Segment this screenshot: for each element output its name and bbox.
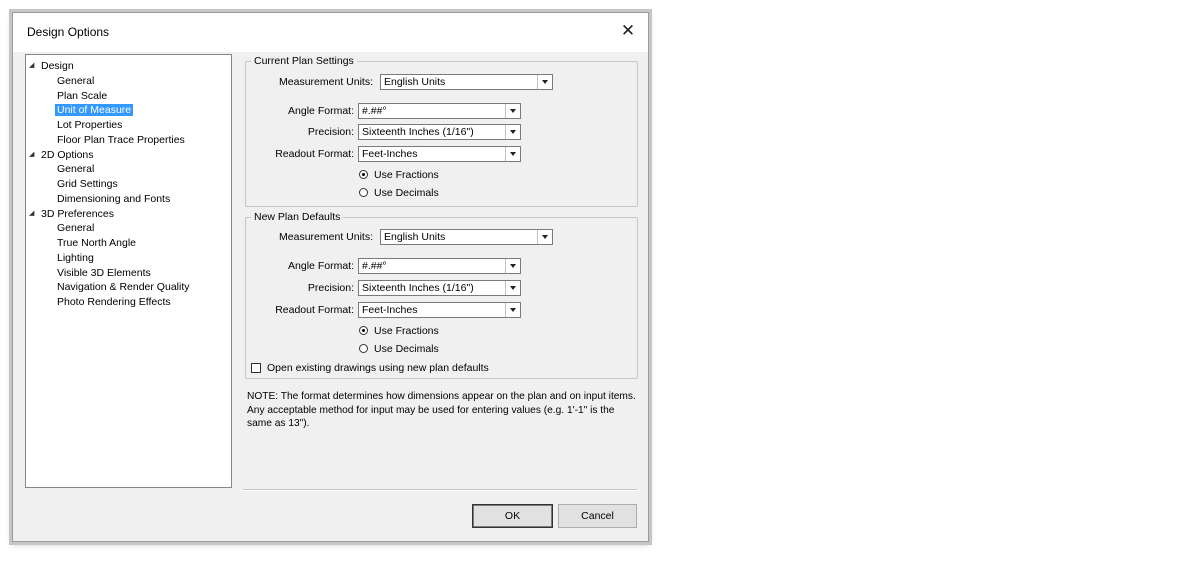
defaults-precision-value: Sixteenth Inches (1/16") bbox=[362, 282, 474, 294]
tree-item-label: General bbox=[57, 74, 95, 87]
tree-item[interactable]: Floor Plan Trace Properties bbox=[55, 133, 187, 147]
defaults-use-fractions-label: Use Fractions bbox=[374, 325, 439, 337]
current-use-fractions-label: Use Fractions bbox=[374, 169, 439, 181]
tree-item-label: Floor Plan Trace Properties bbox=[57, 133, 185, 146]
format-note: NOTE: The format determines how dimensio… bbox=[247, 391, 636, 429]
expand-arrow-icon[interactable]: ◢ bbox=[29, 59, 39, 73]
current-precision-value: Sixteenth Inches (1/16") bbox=[362, 126, 474, 138]
defaults-precision-select[interactable]: Sixteenth Inches (1/16") bbox=[358, 280, 521, 296]
tree-item-label: Lighting bbox=[57, 251, 94, 264]
tree-item-label: General bbox=[57, 222, 95, 235]
open-existing-drawings-label: Open existing drawings using new plan de… bbox=[267, 362, 489, 374]
tree-item[interactable]: True North Angle bbox=[55, 236, 138, 250]
tree-item-label: Dimensioning and Fonts bbox=[57, 192, 171, 205]
current-angle-format-label: Angle Format: bbox=[288, 105, 354, 117]
tree-item[interactable]: Visible 3D Elements bbox=[55, 266, 153, 280]
tree-item-label: General bbox=[57, 163, 95, 176]
chevron-down-icon[interactable] bbox=[505, 147, 520, 161]
defaults-readout-format-value: Feet-Inches bbox=[362, 304, 418, 316]
radio-icon[interactable] bbox=[359, 326, 368, 335]
defaults-measurement-units-label: Measurement Units: bbox=[279, 231, 373, 243]
defaults-angle-format-value: #.##° bbox=[362, 260, 387, 272]
chevron-down-icon[interactable] bbox=[537, 230, 552, 244]
close-icon[interactable]: ✕ bbox=[618, 21, 638, 41]
current-use-decimals-label: Use Decimals bbox=[374, 187, 439, 199]
new-plan-defaults-title: New Plan Defaults bbox=[254, 211, 341, 223]
tree-item-label: Visible 3D Elements bbox=[57, 266, 151, 279]
current-measurement-units-select[interactable]: English Units bbox=[380, 74, 553, 90]
chevron-down-icon[interactable] bbox=[537, 75, 552, 89]
tree-item-label: 2D Options bbox=[41, 148, 94, 161]
tree-item-label: Photo Rendering Effects bbox=[57, 296, 171, 308]
tree-item[interactable]: General bbox=[55, 74, 96, 88]
tree-item[interactable]: Dimensioning and Fonts bbox=[55, 192, 172, 206]
tree-item[interactable]: Navigation & Render Quality bbox=[55, 280, 192, 294]
cancel-button[interactable]: Cancel bbox=[558, 504, 637, 528]
tree-item-label: Plan Scale bbox=[57, 89, 108, 102]
current-readout-format-select[interactable]: Feet-Inches bbox=[358, 146, 521, 162]
tree-item[interactable]: ◢ Design bbox=[29, 59, 76, 73]
tree-item[interactable]: Grid Settings bbox=[55, 177, 120, 191]
defaults-readout-format-label: Readout Format: bbox=[275, 304, 354, 316]
tree-item[interactable]: Unit of Measure bbox=[55, 103, 134, 117]
expand-arrow-icon[interactable]: ◢ bbox=[29, 148, 39, 162]
current-precision-select[interactable]: Sixteenth Inches (1/16") bbox=[358, 124, 521, 140]
tree-item-label: True North Angle bbox=[57, 237, 136, 249]
chevron-down-icon[interactable] bbox=[505, 259, 520, 273]
chevron-down-icon[interactable] bbox=[505, 281, 520, 295]
radio-icon[interactable] bbox=[359, 344, 368, 353]
radio-icon[interactable] bbox=[359, 170, 368, 179]
category-tree[interactable]: ◢ Design General Plan Scale Unit of Measure L… bbox=[25, 54, 232, 488]
tree-item[interactable]: Lot Properties bbox=[55, 118, 124, 132]
current-plan-settings-title: Current Plan Settings bbox=[254, 55, 354, 67]
current-measurement-units-label: Measurement Units: bbox=[279, 76, 373, 88]
defaults-readout-format-select[interactable]: Feet-Inches bbox=[358, 302, 521, 318]
defaults-angle-format-select[interactable]: #.##° bbox=[358, 258, 521, 274]
current-readout-format-value: Feet-Inches bbox=[362, 148, 418, 160]
window-title: Design Options bbox=[27, 25, 110, 39]
chevron-down-icon[interactable] bbox=[505, 104, 520, 118]
expand-arrow-icon[interactable]: ◢ bbox=[29, 207, 39, 221]
defaults-use-decimals-label: Use Decimals bbox=[374, 343, 439, 355]
ok-button[interactable]: OK bbox=[472, 504, 553, 528]
tree-item[interactable]: Plan Scale bbox=[55, 89, 109, 103]
current-precision-label: Precision: bbox=[307, 126, 354, 138]
current-angle-format-value: #.##° bbox=[362, 105, 387, 117]
tree-item-label: Lot Properties bbox=[57, 119, 123, 131]
defaults-angle-format-label: Angle Format: bbox=[288, 260, 354, 272]
tree-item[interactable]: Photo Rendering Effects bbox=[55, 295, 173, 309]
tree-item[interactable]: General bbox=[55, 162, 96, 176]
tree-item-label: 3D Preferences bbox=[41, 207, 114, 220]
current-readout-format-label: Readout Format: bbox=[275, 148, 354, 160]
tree-item[interactable]: Lighting bbox=[55, 251, 96, 265]
tree-item[interactable]: ◢ 3D Preferences bbox=[29, 207, 116, 221]
tree-item-label: Grid Settings bbox=[57, 178, 118, 190]
defaults-measurement-units-value: English Units bbox=[384, 231, 446, 243]
current-angle-format-select[interactable]: #.##° bbox=[358, 103, 521, 119]
tree-item-label: Design bbox=[41, 60, 74, 72]
title-bar: Design Options ✕ bbox=[13, 13, 648, 52]
chevron-down-icon[interactable] bbox=[505, 125, 520, 139]
tree-item[interactable]: ◢ 2D Options bbox=[29, 148, 96, 162]
tree-item-label: Unit of Measure bbox=[55, 104, 134, 117]
design-options-dialog: Design Options ✕ ◢ Design General Plan Scal… bbox=[12, 12, 649, 542]
tree-item-label: Navigation & Render Quality bbox=[57, 281, 190, 294]
tree-item[interactable]: General bbox=[55, 221, 96, 235]
current-measurement-units-value: English Units bbox=[384, 76, 446, 88]
chevron-down-icon[interactable] bbox=[505, 303, 520, 317]
bottom-separator bbox=[243, 489, 637, 491]
radio-icon[interactable] bbox=[359, 188, 368, 197]
checkbox-icon[interactable] bbox=[251, 363, 261, 373]
defaults-measurement-units-select[interactable]: English Units bbox=[380, 229, 553, 245]
defaults-precision-label: Precision: bbox=[307, 282, 354, 294]
